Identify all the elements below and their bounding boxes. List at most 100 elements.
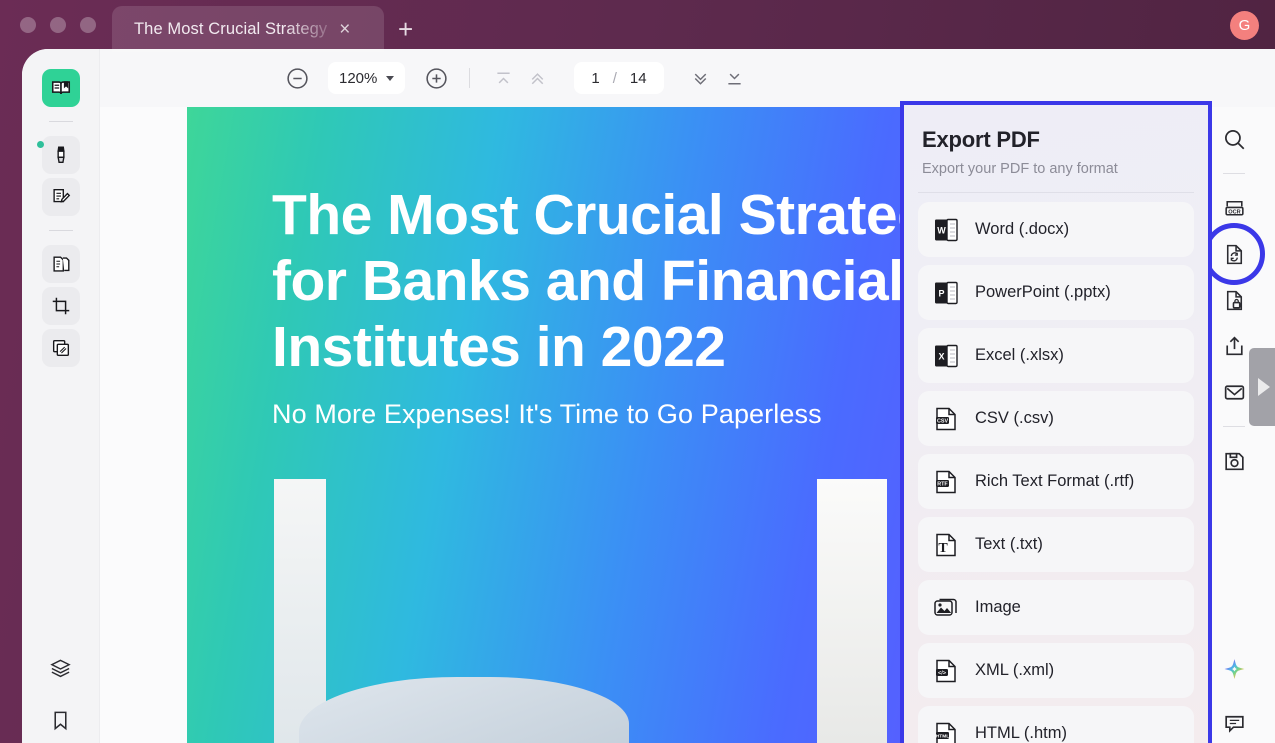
export-option-label: Text (.txt) (975, 535, 1043, 553)
save-icon (1224, 452, 1244, 470)
sidebar-item-protect[interactable] (1214, 280, 1254, 320)
page-separator: / (612, 69, 617, 87)
crop-icon (52, 297, 69, 315)
sidebar-item-bookmarks[interactable] (42, 701, 80, 739)
sidebar-item-search[interactable] (1214, 119, 1254, 159)
rail-divider (1223, 173, 1245, 174)
image-icon (934, 598, 957, 616)
plus-circle-icon (426, 67, 447, 89)
export-option-label: Image (975, 598, 1021, 616)
sidebar-item-ocr[interactable]: OCR (1214, 188, 1254, 228)
pdf-heading: The Most Crucial Strategy for Banks and … (272, 183, 907, 380)
excel-icon: X (935, 344, 958, 367)
comment-icon (1224, 715, 1244, 733)
minus-circle-icon (286, 67, 308, 89)
close-icon[interactable]: × (335, 18, 354, 41)
chevron-double-up-icon (531, 72, 544, 84)
book-icon (51, 81, 70, 95)
sidebar-item-save[interactable] (1214, 441, 1254, 481)
sidebar-item-convert[interactable] (1203, 223, 1265, 285)
sidebar-item-compare[interactable] (41, 329, 80, 367)
bookmark-icon (54, 711, 67, 730)
export-option-label: CSV (.csv) (975, 409, 1054, 427)
sidebar-item-comment[interactable] (1214, 703, 1254, 743)
new-tab-icon[interactable]: + (398, 16, 413, 42)
convert-icon (1226, 244, 1242, 264)
sidebar-item-email[interactable] (1214, 372, 1254, 412)
export-panel-subtitle: Export your PDF to any format (922, 161, 1118, 177)
photo-window-left (274, 479, 326, 743)
next-page-button[interactable] (684, 61, 718, 95)
sidebar-item-organize-pages[interactable] (41, 245, 80, 283)
share-icon (1225, 335, 1243, 355)
svg-text:X: X (938, 351, 944, 361)
compare-icon (52, 339, 69, 357)
export-option-label: PowerPoint (.pptx) (975, 283, 1111, 301)
search-icon (1225, 130, 1245, 150)
export-option-label: Excel (.xlsx) (975, 346, 1064, 364)
highlighter-icon (56, 146, 65, 164)
rail-divider (48, 230, 73, 231)
export-option-image[interactable]: Image (918, 580, 1194, 635)
ai-sparkle-icon (1224, 658, 1244, 679)
window-traffic-lights (20, 17, 96, 33)
export-option-rtf[interactable]: RTF Rich Text Format (.rtf) (918, 454, 1194, 509)
last-page-icon (728, 73, 741, 84)
sidebar-item-highlight[interactable] (41, 136, 80, 174)
tab-document[interactable]: The Most Crucial Strategy × (112, 6, 384, 52)
sidebar-item-layers[interactable] (42, 649, 80, 687)
xml-icon: </> (936, 659, 956, 682)
pages-icon (52, 256, 69, 272)
export-option-excel[interactable]: X Excel (.xlsx) (918, 328, 1194, 383)
tab-title: The Most Crucial Strategy (134, 19, 328, 38)
page-indicator[interactable]: 1 / 14 (574, 62, 664, 94)
zoom-out-button[interactable] (280, 61, 314, 95)
main-toolbar: 120% 1 / 14 (100, 49, 1275, 107)
rtf-icon: RTF (936, 470, 956, 493)
rail-divider (48, 121, 73, 122)
export-option-text[interactable]: T Text (.txt) (918, 517, 1194, 572)
export-option-label: Rich Text Format (.rtf) (975, 472, 1135, 490)
email-icon (1224, 384, 1244, 400)
sidebar-item-share[interactable] (1214, 326, 1254, 366)
export-option-html[interactable]: HTML HTML (.htm) (918, 706, 1194, 743)
sidebar-item-annotate[interactable] (41, 178, 80, 216)
html-icon: HTML (936, 722, 956, 743)
export-option-xml[interactable]: </> XML (.xml) (918, 643, 1194, 698)
export-option-label: Word (.docx) (975, 220, 1070, 238)
ocr-icon: OCR (1224, 200, 1244, 216)
maximize-window-button[interactable] (80, 17, 96, 33)
tab-strip: The Most Crucial Strategy × + (112, 6, 413, 52)
svg-text:T: T (938, 541, 948, 556)
svg-text:P: P (938, 288, 944, 298)
sidebar-item-read-mode[interactable] (41, 69, 80, 107)
app-window: 120% 1 / 14 The Most Crucial Strate for … (22, 49, 1275, 743)
left-toolbar (22, 49, 100, 743)
sidebar-item-crop[interactable] (41, 287, 80, 325)
avatar[interactable]: G (1230, 11, 1259, 40)
zoom-level-select[interactable]: 120% (328, 62, 406, 94)
left-toolbar-bottom (22, 649, 99, 739)
sidebar-item-ai-assistant[interactable] (1214, 651, 1254, 691)
export-option-word[interactable]: W Word (.docx) (918, 202, 1194, 257)
panel-drag-handle[interactable] (1249, 348, 1275, 426)
csv-icon: CSV (936, 407, 956, 430)
text-icon: T (936, 533, 956, 556)
svg-text:CSV: CSV (937, 418, 948, 424)
close-window-button[interactable] (20, 17, 36, 33)
export-option-powerpoint[interactable]: P PowerPoint (.pptx) (918, 265, 1194, 320)
zoom-in-button[interactable] (419, 61, 453, 95)
current-page-value[interactable]: 1 (591, 70, 599, 87)
export-format-list: W Word (.docx) P PowerPoint (.pptx) X Ex… (904, 193, 1208, 743)
minimize-window-button[interactable] (50, 17, 66, 33)
lock-document-icon (1226, 290, 1242, 310)
export-option-csv[interactable]: CSV CSV (.csv) (918, 391, 1194, 446)
first-page-button[interactable] (486, 61, 520, 95)
export-option-label: XML (.xml) (975, 661, 1055, 679)
pdf-photo (274, 479, 887, 743)
pdf-subheading: No More Expenses! It's Time to Go Paperl… (272, 399, 822, 429)
previous-page-button[interactable] (520, 61, 554, 95)
last-page-button[interactable] (718, 61, 752, 95)
zoom-level-value: 120% (339, 69, 378, 87)
chevron-right-icon (1257, 378, 1270, 396)
